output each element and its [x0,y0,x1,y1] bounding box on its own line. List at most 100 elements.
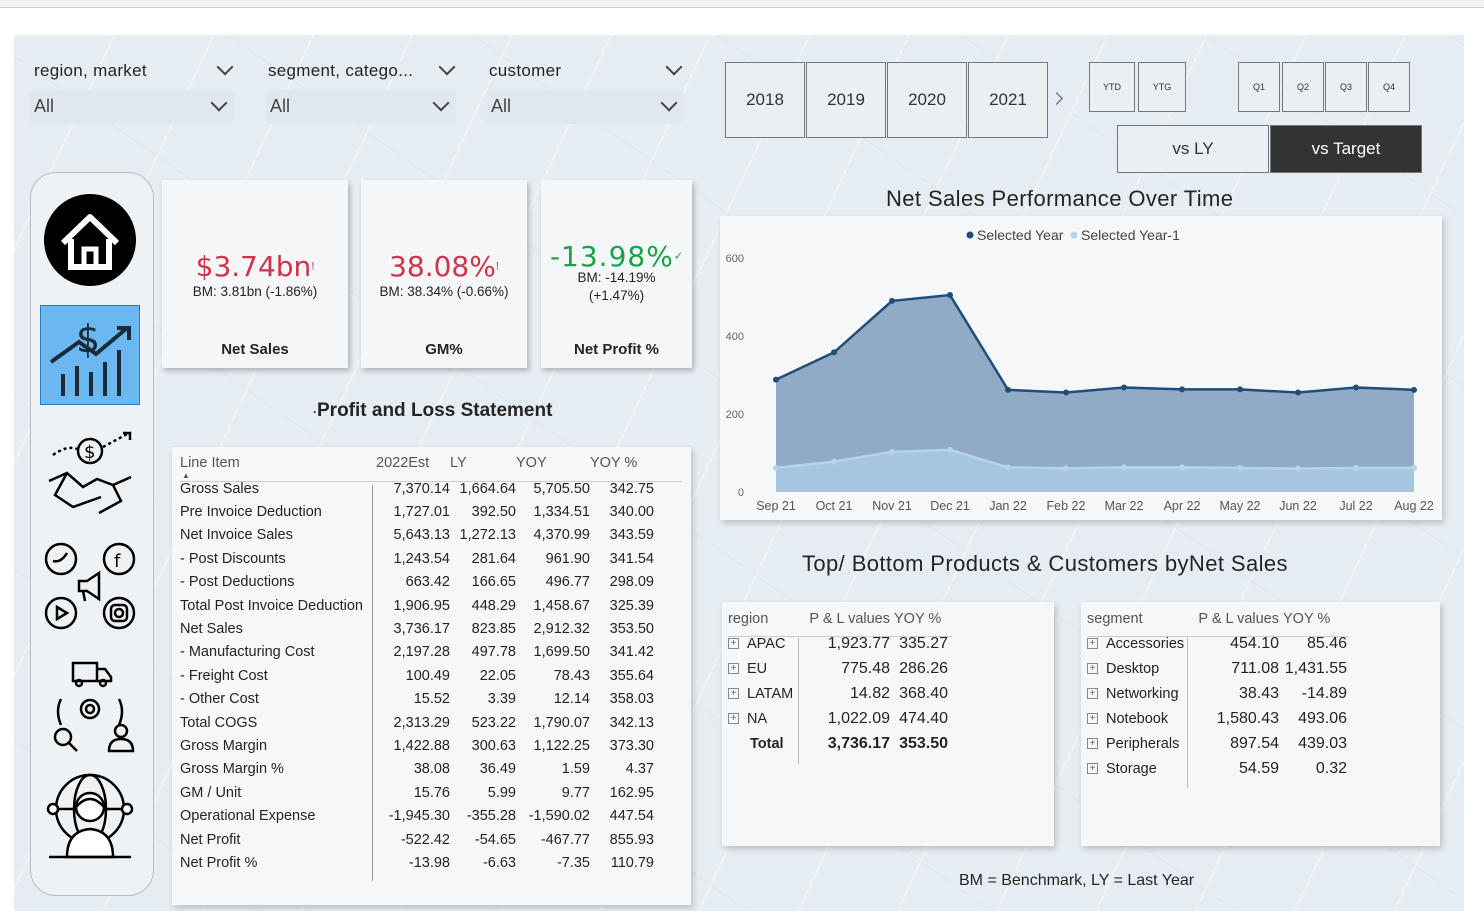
pl-row[interactable]: Net Sales 3,736.17 823.85 2,912.32 353.50 [180,617,654,640]
pl-header-2022est[interactable]: 2022Est [376,449,450,477]
data-point[interactable] [1063,389,1069,396]
region-header[interactable]: region [728,606,798,631]
pl-row[interactable]: Net Profit -522.42 -54.65 -467.77 855.93 [180,828,654,851]
data-point[interactable] [1237,386,1243,393]
pl-row[interactable]: Gross Margin 1,422.88 300.63 1,122.25 373.30 [180,734,654,757]
home-icon[interactable] [43,193,137,287]
slicer-region-dropdown[interactable]: All [30,90,234,124]
pl-row[interactable]: - Other Cost 15.52 3.39 12.14 358.03 [180,688,654,711]
data-point[interactable] [1237,464,1243,471]
expand-icon[interactable]: + [728,663,739,675]
pl-row[interactable]: Total COGS 2,313.29 523.22 1,790.07 342.13 [180,711,654,734]
expand-icon[interactable]: + [728,688,739,700]
expand-icon[interactable]: + [1087,713,1098,725]
pl-row[interactable]: - Post Discounts 1,243.54 281.64 961.90 341.… [180,547,654,570]
expand-icon[interactable]: + [728,713,739,725]
data-point[interactable] [1179,464,1185,471]
q3-button[interactable]: Q3 [1325,62,1367,112]
data-point[interactable] [1179,386,1185,393]
q4-button[interactable]: Q4 [1368,62,1410,112]
pl-header-yoy-pct[interactable]: YOY % [590,449,654,477]
data-point[interactable] [1411,386,1417,393]
data-point[interactable] [947,292,953,299]
ytg-button[interactable]: YTG [1138,62,1186,112]
global-support-icon[interactable] [43,771,137,865]
expand-icon[interactable]: + [1087,738,1098,750]
data-point[interactable] [1005,464,1011,471]
y-tick-label: 600 [726,253,744,265]
table-row[interactable]: + Storage 54.59 0.32 [1087,756,1347,781]
expand-icon[interactable]: + [1087,638,1098,650]
vs-target-button[interactable]: vs Target [1270,125,1422,173]
data-point[interactable] [947,446,953,453]
data-point[interactable] [1353,384,1359,391]
data-point[interactable] [1295,389,1301,396]
table-row[interactable]: + EU 775.48 286.26 [728,656,948,681]
q2-button[interactable]: Q2 [1282,62,1324,112]
data-point[interactable] [1063,465,1069,472]
yoy-pct-header[interactable]: YOY % [1279,606,1347,631]
pl-row[interactable]: - Freight Cost 100.49 22.05 78.43 355.64 [180,664,654,687]
supply-chain-icon[interactable] [43,659,137,753]
vs-ly-button[interactable]: vs LY [1117,125,1269,173]
data-point[interactable] [1411,464,1417,471]
data-point[interactable] [773,376,779,383]
row-label-text: Networking [1106,685,1179,702]
table-row[interactable]: + Networking 38.43 -14.89 [1087,681,1347,706]
legend-marker [1070,231,1078,239]
year-button-2019[interactable]: 2019 [806,62,886,138]
table-row[interactable]: + Notebook 1,580.43 493.06 [1087,706,1347,731]
pl-header-yoy[interactable]: YOY [516,449,590,477]
year-button-2018[interactable]: 2018 [725,62,805,138]
deal-handshake-icon[interactable]: $ [43,425,137,519]
table-row[interactable]: + Accessories 454.10 85.46 [1087,631,1347,656]
pl-line-item: - Other Cost [180,691,259,708]
data-point[interactable] [773,464,779,471]
pl-row[interactable]: - Manufacturing Cost 2,197.28 497.78 1,699.… [180,641,654,664]
data-point[interactable] [831,349,837,356]
yoy-pct-header[interactable]: YOY % [890,606,948,631]
table-row[interactable]: + Peripherals 897.54 439.03 [1087,731,1347,756]
data-point[interactable] [1005,386,1011,393]
social-media-icon[interactable]: f [43,539,137,633]
ytd-button[interactable]: YTD [1089,62,1135,112]
slicer-customer-dropdown[interactable]: All [487,90,683,124]
data-point[interactable] [889,297,895,304]
pl-header-line-item[interactable]: Line Item ▲ [180,449,376,480]
data-point[interactable] [1353,464,1359,471]
pl-values-header[interactable]: P & L values [1187,606,1279,631]
data-point[interactable] [1295,465,1301,472]
segment-header[interactable]: segment [1087,606,1187,631]
expand-icon[interactable]: + [1087,688,1098,700]
data-point[interactable] [831,458,837,465]
pl-row[interactable]: Gross Margin % 38.08 36.49 1.59 4.37 [180,758,654,781]
table-row[interactable]: + APAC 1,923.77 335.27 [728,631,948,656]
data-point[interactable] [1121,464,1127,471]
finance-growth-icon[interactable]: $ [40,305,140,405]
year-button-2020[interactable]: 2020 [887,62,967,138]
year-button-2021[interactable]: 2021 [968,62,1048,138]
pl-row[interactable]: Net Profit % -13.98 -6.63 -7.35 110.79 [180,851,654,874]
slicer-segment-dropdown[interactable]: All [266,90,456,124]
pl-row[interactable]: - Post Deductions 663.42 166.65 496.77 298.0… [180,571,654,594]
pl-row[interactable]: Total Post Invoice Deduction 1,906.95 448.… [180,594,654,617]
pl-row[interactable]: GM / Unit 15.76 5.99 9.77 162.95 [180,781,654,804]
data-point[interactable] [889,448,895,455]
pl-row[interactable]: Pre Invoice Deduction 1,727.01 392.50 1,334… [180,500,654,523]
data-point[interactable] [1121,384,1127,391]
pl-header-ly[interactable]: LY [450,449,516,477]
pl-values-header[interactable]: P & L values [798,606,890,631]
expand-icon[interactable]: + [1087,763,1098,775]
table-row[interactable]: + LATAM 14.82 368.40 [728,681,948,706]
row-value: 14.82 [849,684,890,702]
x-tick-label: May 22 [1220,499,1261,513]
pl-row[interactable]: Net Invoice Sales 5,643.13 1,272.13 4,370.9… [180,524,654,547]
table-row[interactable]: + NA 1,022.09 474.40 [728,706,948,731]
table-row[interactable]: + Desktop 711.08 1,431.55 [1087,656,1347,681]
pl-cell: 1,906.95 [393,597,450,614]
expand-icon[interactable]: + [728,638,739,650]
expand-icon[interactable]: + [1087,663,1098,675]
pl-row[interactable]: Operational Expense -1,945.30 -355.28 -1,59… [180,804,654,827]
row-value: 439.03 [1298,734,1347,752]
q1-button[interactable]: Q1 [1238,62,1280,112]
